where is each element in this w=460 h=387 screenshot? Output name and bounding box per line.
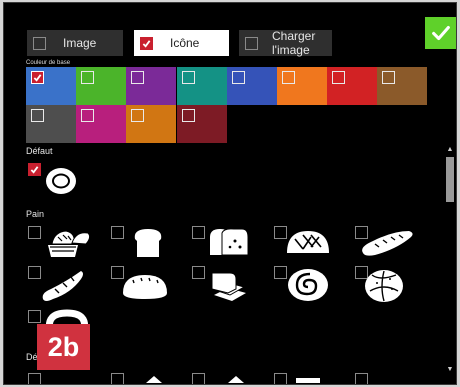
color-swatch-checkbox[interactable]	[332, 71, 346, 84]
pretzel-checkbox[interactable]	[28, 310, 41, 323]
icon-picker-panel: Image Icône Charger l'image Couleur de b…	[3, 2, 457, 385]
color-swatch[interactable]	[26, 67, 76, 105]
bread-section-label: Pain	[26, 209, 45, 219]
color-swatch[interactable]	[226, 67, 277, 105]
scroll-up-icon[interactable]: ▲	[446, 145, 454, 155]
color-swatch-checkbox[interactable]	[81, 71, 95, 84]
color-swatch-checkbox[interactable]	[181, 71, 195, 84]
croissant-icon[interactable]	[39, 269, 85, 303]
plate-checkbox[interactable]	[28, 163, 41, 176]
color-swatch[interactable]	[76, 105, 127, 143]
bread-roll-icon[interactable]	[364, 267, 404, 303]
scroll-down-icon[interactable]: ▼	[446, 365, 454, 375]
color-swatch[interactable]	[277, 67, 327, 105]
color-swatch[interactable]	[377, 67, 428, 105]
color-swatch[interactable]	[26, 105, 76, 143]
color-swatch-checkbox[interactable]	[181, 109, 195, 122]
partial-food-icon	[296, 378, 320, 383]
image-mode-label: Image	[63, 36, 97, 50]
next-row-checkbox-2[interactable]	[111, 373, 124, 384]
sliced-bread-stack-icon[interactable]	[208, 269, 250, 303]
sliced-loaf-checkbox[interactable]	[192, 226, 205, 239]
next-row-checkbox-1[interactable]	[28, 373, 41, 384]
oval-loaf-icon[interactable]	[121, 271, 169, 301]
upload-image-button[interactable]: Charger l'image	[239, 29, 332, 57]
toast-slice-checkbox[interactable]	[111, 226, 124, 239]
next-section-label: Dé	[26, 352, 38, 362]
image-mode-checkbox[interactable]	[33, 36, 46, 50]
color-swatch-checkbox[interactable]	[81, 109, 95, 122]
color-swatch[interactable]	[76, 67, 127, 105]
round-loaf-icon[interactable]	[285, 229, 331, 257]
color-swatch-checkbox[interactable]	[31, 71, 44, 84]
color-swatch-checkbox[interactable]	[282, 71, 295, 84]
plate-icon[interactable]	[44, 166, 78, 196]
confirm-button[interactable]	[425, 17, 456, 49]
next-row-checkbox-5[interactable]	[355, 373, 368, 384]
partial-food-icon	[146, 376, 162, 383]
color-swatch[interactable]	[327, 67, 378, 105]
vertical-scrollbar[interactable]: ▲ ▼	[445, 145, 455, 375]
color-swatch[interactable]	[176, 67, 227, 105]
base-color-label: Couleur de base	[26, 60, 71, 66]
check-icon	[432, 25, 450, 41]
bread-basket-checkbox[interactable]	[28, 226, 41, 239]
upload-image-checkbox[interactable]	[245, 36, 258, 50]
baguette-icon[interactable]	[359, 229, 415, 257]
cinnamon-roll-icon[interactable]	[286, 267, 330, 303]
bread-basket-icon[interactable]	[44, 227, 94, 259]
sliced-loaf-icon[interactable]	[208, 227, 250, 259]
partial-food-icon	[228, 376, 244, 383]
color-swatch[interactable]	[176, 105, 227, 143]
color-swatch-checkbox[interactable]	[231, 71, 245, 84]
next-row-checkbox-3[interactable]	[192, 373, 205, 384]
sliced-bread-stack-checkbox[interactable]	[192, 266, 205, 279]
next-row-checkbox-4[interactable]	[274, 373, 287, 384]
color-swatch[interactable]	[126, 67, 177, 105]
color-swatch-checkbox[interactable]	[131, 71, 145, 84]
color-swatch-checkbox[interactable]	[31, 109, 44, 122]
default-section-label: Défaut	[26, 146, 53, 156]
color-swatch[interactable]	[126, 105, 177, 143]
image-mode-button[interactable]: Image	[27, 30, 123, 56]
icon-mode-checkbox[interactable]	[140, 36, 153, 50]
upload-image-label: Charger l'image	[272, 29, 316, 57]
icon-mode-label: Icône	[170, 36, 200, 50]
toast-slice-icon[interactable]	[131, 227, 165, 259]
color-swatch-checkbox[interactable]	[131, 109, 145, 122]
step-badge: 2b	[37, 324, 90, 370]
scrollbar-thumb[interactable]	[446, 157, 454, 202]
color-swatch-checkbox[interactable]	[382, 71, 396, 84]
icon-mode-button[interactable]: Icône	[134, 30, 229, 56]
